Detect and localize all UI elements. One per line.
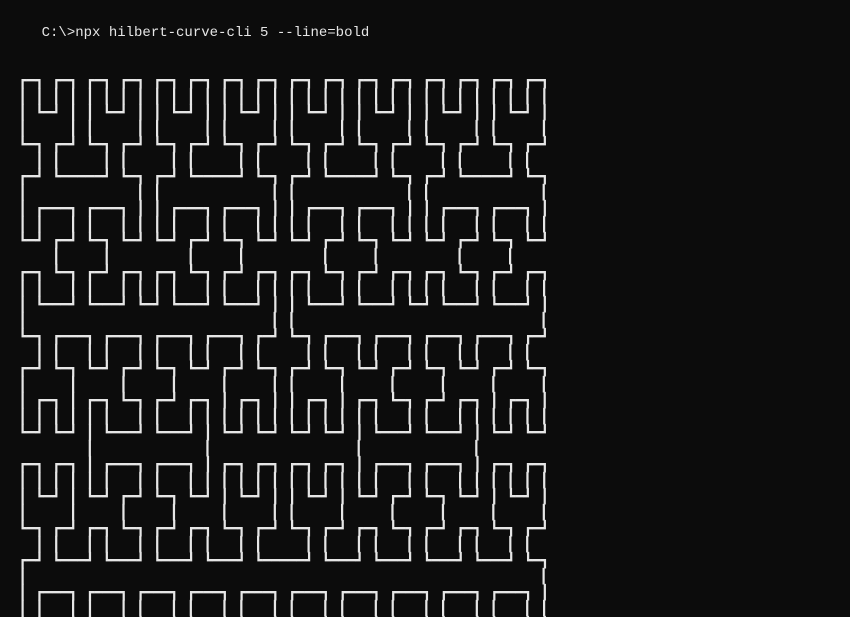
command-line: C:\>npx hilbert-curve-cli 5 --line=bold bbox=[8, 6, 842, 60]
command-text: npx hilbert-curve-cli 5 --line=bold bbox=[75, 25, 369, 41]
hilbert-output: ┏━┓ ┏━┓ ┏━┓ ┏━┓ ┏━┓ ┏━┓ ┏━┓ ┏━┓ ┏━┓ ┏━┓ … bbox=[10, 74, 842, 617]
terminal-window: C:\>npx hilbert-curve-cli 5 --line=bold … bbox=[0, 0, 850, 617]
prompt: C:\> bbox=[42, 25, 76, 41]
